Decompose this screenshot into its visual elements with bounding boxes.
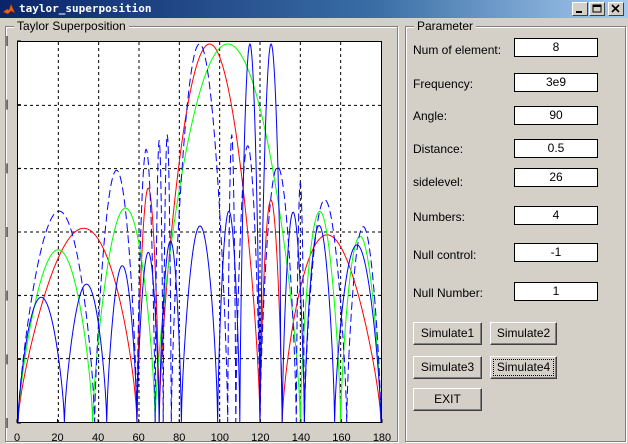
num-of-element-label: Num of element: xyxy=(413,43,502,57)
app-window: taylor_superposition Taylor Superpositio… xyxy=(0,0,628,444)
minimize-icon xyxy=(576,11,582,13)
exit-button[interactable]: EXIT xyxy=(413,388,482,411)
simulate4-button[interactable]: Simulate4 xyxy=(490,356,557,379)
simulate3-button[interactable]: Simulate3 xyxy=(413,356,482,379)
numbers-input[interactable]: 4 xyxy=(514,206,598,225)
frequency-label: Frequency: xyxy=(413,77,474,91)
chart xyxy=(17,42,382,423)
plot-area[interactable] xyxy=(17,41,382,423)
matlab-logo-icon xyxy=(2,3,16,15)
title-bar[interactable]: taylor_superposition xyxy=(0,0,628,18)
sidelevel-label: sidelevel: xyxy=(413,175,464,189)
simulate2-button[interactable]: Simulate2 xyxy=(490,322,557,345)
null-number-label: Null Number: xyxy=(413,286,484,300)
distance-label: Distance: xyxy=(413,142,464,156)
maximize-button[interactable] xyxy=(589,2,605,16)
parameter-group-label: Parameter xyxy=(414,19,477,33)
null-number-input[interactable]: 1 xyxy=(514,282,598,301)
close-icon xyxy=(611,4,620,13)
close-button[interactable] xyxy=(608,2,624,16)
null-control-label: Null control: xyxy=(413,248,477,262)
null-control-input[interactable]: -1 xyxy=(514,243,598,262)
distance-input[interactable]: 0.5 xyxy=(514,139,598,158)
numbers-label: Numbers: xyxy=(413,210,466,224)
minimize-button[interactable] xyxy=(572,2,588,16)
num-of-element-input[interactable]: 8 xyxy=(514,38,598,57)
plot-group-label: Taylor Superposition xyxy=(14,19,129,33)
angle-label: Angle: xyxy=(413,109,448,123)
sidelevel-input[interactable]: 26 xyxy=(514,168,598,187)
window-title: taylor_superposition xyxy=(19,2,152,15)
angle-input[interactable]: 90 xyxy=(514,106,598,125)
maximize-icon xyxy=(592,4,602,13)
simulate1-button[interactable]: Simulate1 xyxy=(413,322,482,345)
frequency-input[interactable]: 3e9 xyxy=(514,73,598,92)
